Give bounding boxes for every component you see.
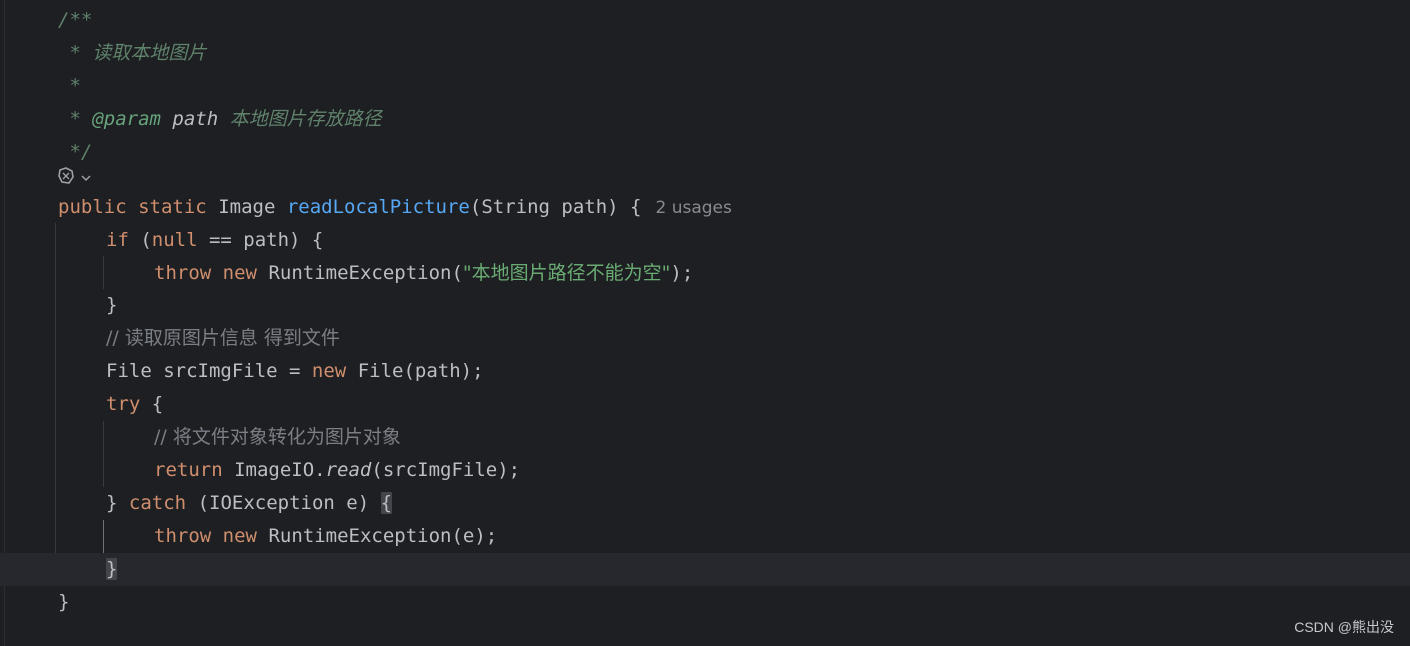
- watermark: CSDN @熊出没: [1294, 619, 1394, 635]
- code-token: (: [128, 229, 152, 251]
- indent-guide: [103, 256, 104, 289]
- code-token: File(path);: [357, 360, 484, 382]
- doc-param-tag: @param: [92, 108, 161, 130]
- open-brace: {: [151, 393, 164, 415]
- close-brace: }: [58, 591, 70, 613]
- return-type: Image: [218, 196, 276, 218]
- close-brace: }: [106, 492, 118, 514]
- code-token: );: [670, 262, 694, 284]
- static-method-call: read: [325, 459, 372, 481]
- doc-description: 读取本地图片: [92, 42, 207, 64]
- keyword-null: null: [151, 229, 198, 251]
- code-line-12[interactable]: try {: [106, 388, 163, 421]
- code-token: RuntimeException(: [268, 262, 463, 284]
- code-token: ImageIO.: [234, 459, 326, 481]
- matched-close-brace: }: [106, 558, 118, 580]
- doc-star: *: [58, 75, 81, 97]
- doc-param-name: path: [172, 108, 219, 130]
- line-comment: // 将文件对象转化为图片对象: [154, 426, 401, 448]
- code-line-4[interactable]: * @param path 本地图片存放路径: [58, 103, 382, 136]
- method-name[interactable]: readLocalPicture: [287, 196, 470, 218]
- code-line-5[interactable]: */: [58, 136, 92, 169]
- code-token: (srcImgFile);: [371, 459, 521, 481]
- code-token: == path) {: [197, 229, 324, 251]
- code-line-16[interactable]: throw new RuntimeException(e);: [154, 520, 497, 553]
- close-brace: }: [106, 294, 118, 316]
- code-line-8[interactable]: throw new RuntimeException("本地图片路径不能为空")…: [154, 257, 693, 290]
- chevron-down-icon[interactable]: [80, 167, 92, 189]
- code-line-13[interactable]: // 将文件对象转化为图片对象: [154, 421, 401, 454]
- gutter-border: [4, 0, 5, 646]
- keyword-catch: catch: [128, 492, 187, 514]
- current-line-highlight: [0, 553, 1410, 586]
- usages-hint[interactable]: 2 usages: [655, 198, 731, 218]
- code-line-15[interactable]: } catch (IOException e) {: [106, 487, 393, 520]
- code-line-3[interactable]: *: [58, 70, 81, 103]
- keyword-new: new: [222, 525, 257, 547]
- code-line-9[interactable]: }: [106, 289, 117, 322]
- line-comment: // 读取原图片信息 得到文件: [106, 327, 340, 349]
- code-editor[interactable]: /** * 读取本地图片 * * @param path 本地图片存放路径 */…: [0, 0, 1410, 646]
- method-params: (String path) {: [469, 196, 642, 218]
- keyword-return: return: [154, 459, 223, 481]
- string-literal: "本地图片路径不能为空": [462, 262, 671, 284]
- matched-open-brace: {: [380, 492, 393, 514]
- doc-param-description: 本地图片存放路径: [229, 108, 382, 130]
- doc-comment-open: /**: [58, 9, 93, 31]
- code-line-1[interactable]: /**: [58, 4, 92, 37]
- keyword-throw: throw: [154, 525, 212, 547]
- keyword-try: try: [106, 393, 141, 415]
- doc-comment-close: */: [58, 141, 93, 163]
- keyword-public: public: [58, 196, 127, 218]
- code-line-2[interactable]: * 读取本地图片: [58, 37, 206, 70]
- code-line-17[interactable]: }: [106, 553, 118, 586]
- keyword-throw: throw: [154, 262, 212, 284]
- ai-assistant-icon[interactable]: [56, 166, 76, 191]
- code-line-14[interactable]: return ImageIO.read(srcImgFile);: [154, 454, 520, 487]
- code-line-6[interactable]: public static Image readLocalPicture(Str…: [58, 191, 732, 224]
- keyword-new: new: [311, 360, 347, 382]
- keyword-if: if: [106, 229, 129, 251]
- code-token: (IOException e): [197, 492, 381, 514]
- doc-star: *: [58, 108, 93, 130]
- indent-guide-active: [103, 520, 104, 553]
- keyword-static: static: [138, 196, 207, 218]
- inlay-hint-toolbar[interactable]: [56, 166, 98, 191]
- code-token: File srcImgFile =: [106, 360, 312, 382]
- keyword-new: new: [222, 262, 257, 284]
- code-line-7[interactable]: if (null == path) {: [106, 224, 323, 257]
- code-line-18[interactable]: }: [58, 586, 69, 619]
- code-line-11[interactable]: File srcImgFile = new File(path);: [106, 355, 484, 388]
- indent-guide: [55, 223, 56, 553]
- indent-guide: [103, 421, 104, 487]
- doc-star: *: [58, 42, 93, 64]
- code-line-10[interactable]: // 读取原图片信息 得到文件: [106, 322, 340, 355]
- code-token: RuntimeException(e);: [268, 525, 498, 547]
